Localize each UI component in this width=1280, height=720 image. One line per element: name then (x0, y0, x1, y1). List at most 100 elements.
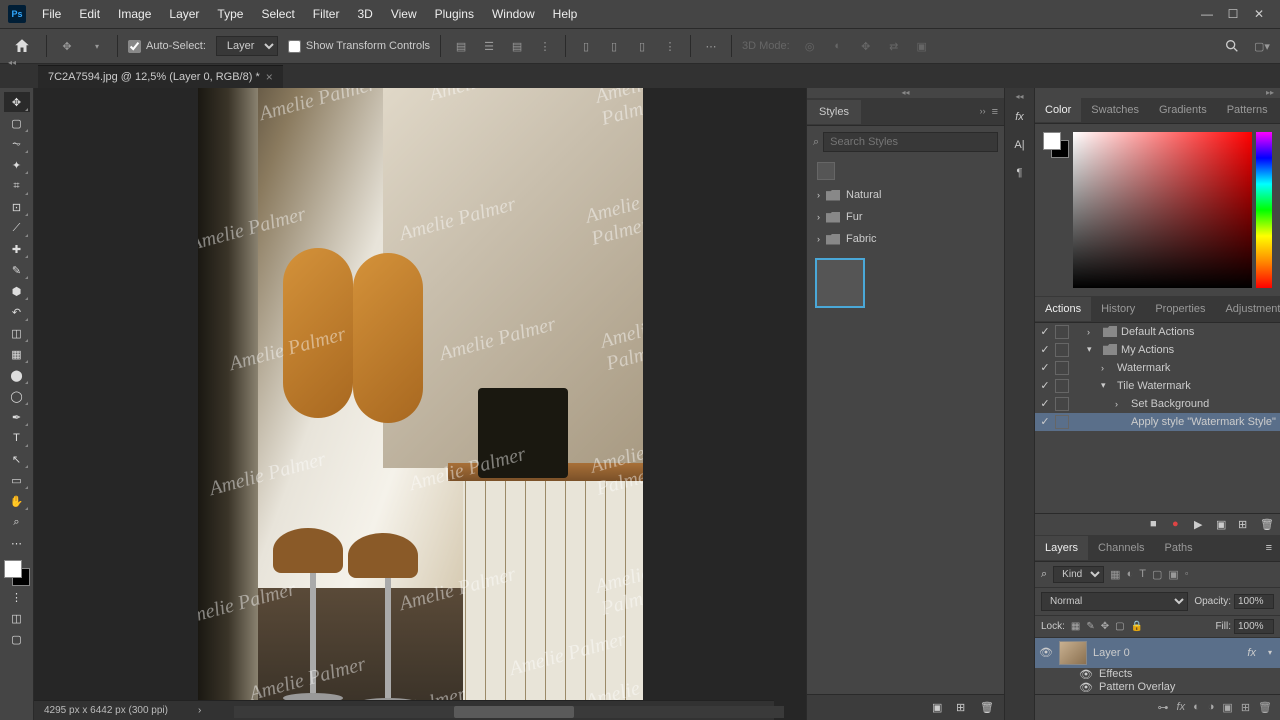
menu-window[interactable]: Window (484, 3, 543, 25)
styles-save-icon[interactable]: ▣ (932, 701, 946, 715)
styles-panel-collapse-handle[interactable]: ◂◂ (807, 88, 1004, 98)
align-bottom-icon[interactable]: ▯ (632, 37, 652, 55)
visibility-icon[interactable]: 👁 (1079, 681, 1093, 694)
action-toggle-icon[interactable]: › (1087, 327, 1099, 337)
action-toggle-icon[interactable]: › (1101, 363, 1113, 373)
new-layer-icon[interactable]: ⊞ (1241, 701, 1250, 714)
filter-type-icon[interactable]: T (1139, 568, 1146, 581)
tab-layers[interactable]: Layers (1035, 536, 1088, 560)
styles-search-input[interactable] (823, 132, 998, 152)
action-check-icon[interactable]: ✓ (1039, 379, 1051, 392)
blur-tool[interactable]: ⬤ (4, 365, 30, 385)
menu-help[interactable]: Help (545, 3, 586, 25)
color-swatch[interactable] (4, 560, 30, 586)
align-top-icon[interactable]: ▯ (576, 37, 596, 55)
new-action-icon[interactable]: ⊞ (1238, 518, 1250, 530)
paragraph-panel-icon[interactable]: ¶ (1008, 161, 1032, 185)
menu-edit[interactable]: Edit (71, 3, 108, 25)
gradient-tool[interactable]: ▦ (4, 344, 30, 364)
styles-menu-icon[interactable]: ≡ (992, 106, 998, 118)
action-check-icon[interactable]: ✓ (1039, 415, 1051, 428)
rectangle-tool[interactable]: ▭ (4, 470, 30, 490)
play-icon[interactable]: ▶ (1194, 518, 1206, 530)
menu-view[interactable]: View (383, 3, 425, 25)
maximize-button[interactable]: ☐ (1226, 7, 1240, 21)
auto-select-checkbox[interactable]: Auto-Select: (128, 40, 206, 53)
menu-3d[interactable]: 3D (349, 3, 380, 25)
workspace-switcher-icon[interactable]: ▢▾ (1252, 37, 1272, 55)
tab-color[interactable]: Color (1035, 98, 1081, 122)
marquee-tool[interactable]: ▢ (4, 113, 30, 133)
fill-input[interactable] (1234, 619, 1274, 634)
action-toggle-icon[interactable]: ▾ (1087, 344, 1099, 355)
screen-mode-tool[interactable]: ▢ (4, 629, 30, 649)
minimize-button[interactable]: — (1200, 7, 1214, 21)
layer-thumbnail[interactable] (1059, 641, 1087, 665)
style-thumbnail-selected[interactable] (815, 258, 865, 308)
hand-tool[interactable]: ✋ (4, 491, 30, 511)
zoom-tool[interactable]: ⌕ (4, 512, 30, 532)
styles-collapse-icon[interactable]: ›› (980, 106, 986, 118)
filter-adjust-icon[interactable]: ◐ (1127, 568, 1134, 581)
visibility-icon[interactable]: 👁 (1039, 646, 1053, 659)
new-set-icon[interactable]: ▣ (1216, 518, 1228, 530)
lock-all-icon[interactable]: 🔒 (1131, 621, 1143, 632)
auto-select-target[interactable]: Layer (216, 36, 278, 56)
layers-panel-menu-icon[interactable]: ≡ (1258, 542, 1280, 554)
fg-bg-mini-swatch[interactable] (1043, 132, 1069, 288)
action-row[interactable]: ✓›Set Background (1035, 395, 1280, 413)
more-align-icon[interactable]: ⋯ (701, 37, 721, 55)
close-button[interactable]: ✕ (1252, 7, 1266, 21)
delete-layer-icon[interactable]: 🗑 (1258, 701, 1272, 714)
eyedropper-tool[interactable]: ⟋ (4, 218, 30, 238)
action-check-icon[interactable]: ✓ (1039, 361, 1051, 374)
character-panel-icon[interactable]: A| (1008, 133, 1032, 157)
action-row[interactable]: ✓Apply style "Watermark Style" (1035, 413, 1280, 431)
filter-toggle-icon[interactable]: ◦ (1185, 568, 1189, 581)
distribute-v-icon[interactable]: ⋮ (660, 37, 680, 55)
menu-select[interactable]: Select (253, 3, 302, 25)
close-tab-icon[interactable]: × (266, 70, 273, 84)
action-row[interactable]: ✓▾My Actions (1035, 341, 1280, 359)
record-icon[interactable]: ● (1172, 518, 1184, 530)
action-check-icon[interactable]: ✓ (1039, 343, 1051, 356)
eraser-tool[interactable]: ◫ (4, 323, 30, 343)
layer-effect-pattern-overlay[interactable]: 👁 Pattern Overlay (1035, 681, 1280, 694)
menu-file[interactable]: File (34, 3, 69, 25)
layer-filter-kind[interactable]: Kind (1053, 566, 1104, 583)
history-brush-tool[interactable]: ↶ (4, 302, 30, 322)
menu-type[interactable]: Type (209, 3, 251, 25)
lock-artboard-icon[interactable]: ▢ (1115, 621, 1124, 632)
document-tab[interactable]: 7C2A7594.jpg @ 12,5% (Layer 0, RGB/8) * … (38, 65, 283, 88)
menu-layer[interactable]: Layer (161, 3, 207, 25)
horizontal-scrollbar[interactable] (234, 706, 784, 718)
blend-mode-select[interactable]: Normal (1041, 592, 1188, 611)
layer-fx-badge[interactable]: fx (1247, 647, 1262, 659)
heal-tool[interactable]: ✚ (4, 239, 30, 259)
adjustment-layer-icon[interactable]: ◑ (1208, 701, 1215, 713)
action-dialog-icon[interactable] (1055, 325, 1069, 339)
action-toggle-icon[interactable]: ▾ (1101, 380, 1113, 391)
color-field[interactable] (1073, 132, 1252, 288)
action-dialog-icon[interactable] (1055, 379, 1069, 393)
style-group-fabric[interactable]: ›Fabric (807, 228, 1004, 250)
stamp-tool[interactable]: ⬢ (4, 281, 30, 301)
delete-action-icon[interactable]: 🗑 (1260, 518, 1272, 530)
action-dialog-icon[interactable] (1055, 343, 1069, 357)
more-tool[interactable]: ⋯ (4, 533, 30, 553)
action-dialog-icon[interactable] (1055, 397, 1069, 411)
link-layers-icon[interactable]: ⊶ (1158, 701, 1169, 714)
action-row[interactable]: ✓›Watermark (1035, 359, 1280, 377)
tab-history[interactable]: History (1091, 297, 1145, 321)
tab-gradients[interactable]: Gradients (1149, 98, 1217, 122)
collapsed-expand-handle[interactable]: ◂◂ (1015, 92, 1023, 101)
wand-tool[interactable]: ✦ (4, 155, 30, 175)
styles-new-icon[interactable]: ⊞ (956, 701, 970, 715)
menu-filter[interactable]: Filter (305, 3, 348, 25)
right-panel-collapse-handle[interactable]: ▸▸ (1035, 88, 1280, 98)
hue-slider[interactable] (1256, 132, 1272, 288)
edit-toolbar-tool[interactable]: ⋮ (4, 587, 30, 607)
align-middle-v-icon[interactable]: ▯ (604, 37, 624, 55)
filter-shape-icon[interactable]: ▢ (1152, 568, 1162, 581)
home-button[interactable] (8, 32, 36, 60)
